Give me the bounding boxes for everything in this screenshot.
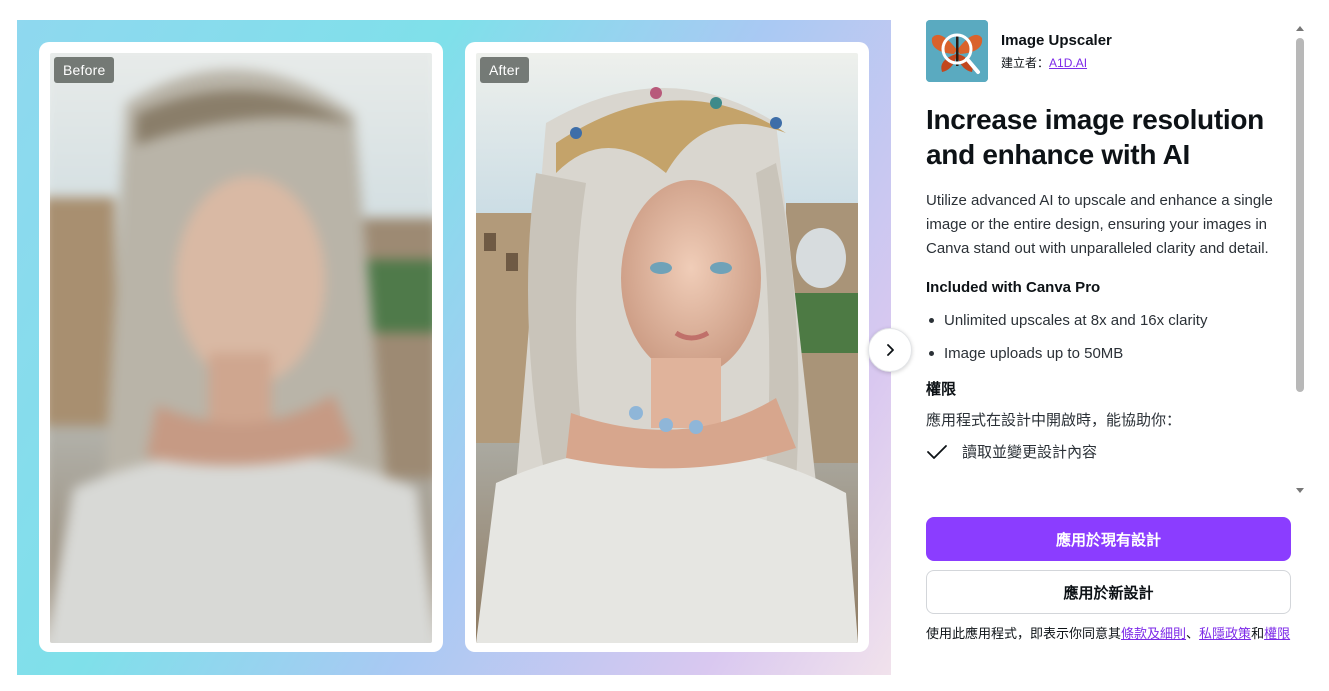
app-details-panel: Image Upscaler 建立者：A1D.AI Increase image… [926,20,1292,462]
after-image [476,53,858,643]
apply-to-existing-design-button[interactable]: 應用於現有設計 [926,517,1291,561]
next-image-button[interactable] [868,328,912,372]
app-author: 建立者：A1D.AI [1001,54,1112,71]
app-name: Image Upscaler [1001,31,1112,49]
terms-and: 和 [1251,626,1265,641]
author-prefix: 建立者： [1001,55,1050,70]
panel-scrollbar[interactable] [1293,20,1307,495]
app-logo [926,20,988,82]
preview-gallery: Before After [17,20,891,675]
privacy-link[interactable]: 私隱政策 [1199,626,1251,641]
included-list: Unlimited upscales at 8x and 16x clarity… [926,304,1292,370]
permission-label: 讀取並變更設計內容 [962,444,1098,461]
scroll-down-arrow-icon[interactable] [1296,488,1304,493]
author-link[interactable]: A1D.AI [1049,56,1087,70]
before-label: Before [54,57,115,83]
permission-item: 讀取並變更設計內容 [926,441,1292,462]
permissions-title: 權限 [926,381,957,398]
before-image [50,53,432,643]
included-title: Included with Canva Pro [926,279,1101,296]
permissions-link[interactable]: 權限 [1264,626,1290,641]
terms-prefix: 使用此應用程式，即表示你同意其 [926,626,1122,641]
before-card: Before [39,42,443,652]
apply-to-new-design-button[interactable]: 應用於新設計 [926,570,1291,614]
scroll-up-arrow-icon[interactable] [1296,26,1304,31]
app-header: Image Upscaler 建立者：A1D.AI [926,20,1292,82]
after-card: After [465,42,869,652]
checkmark-icon [926,444,952,460]
terms-separator: 、 [1186,626,1200,641]
app-headline: Increase image resolution and enhance wi… [926,104,1264,170]
list-item: Unlimited upscales at 8x and 16x clarity [926,304,1292,337]
list-item: Image uploads up to 50MB [926,337,1292,370]
chevron-right-icon [883,343,897,357]
terms-link[interactable]: 條款及細則 [1121,626,1186,641]
scroll-thumb[interactable] [1296,38,1304,392]
app-description: Utilize advanced AI to upscale and enhan… [926,192,1273,257]
permissions-description: 應用程式在設計中開啟時，能協助你： [926,412,1182,429]
after-label: After [480,57,529,83]
terms-notice: 使用此應用程式，即表示你同意其條款及細則、私隱政策和權限 [926,623,1298,645]
